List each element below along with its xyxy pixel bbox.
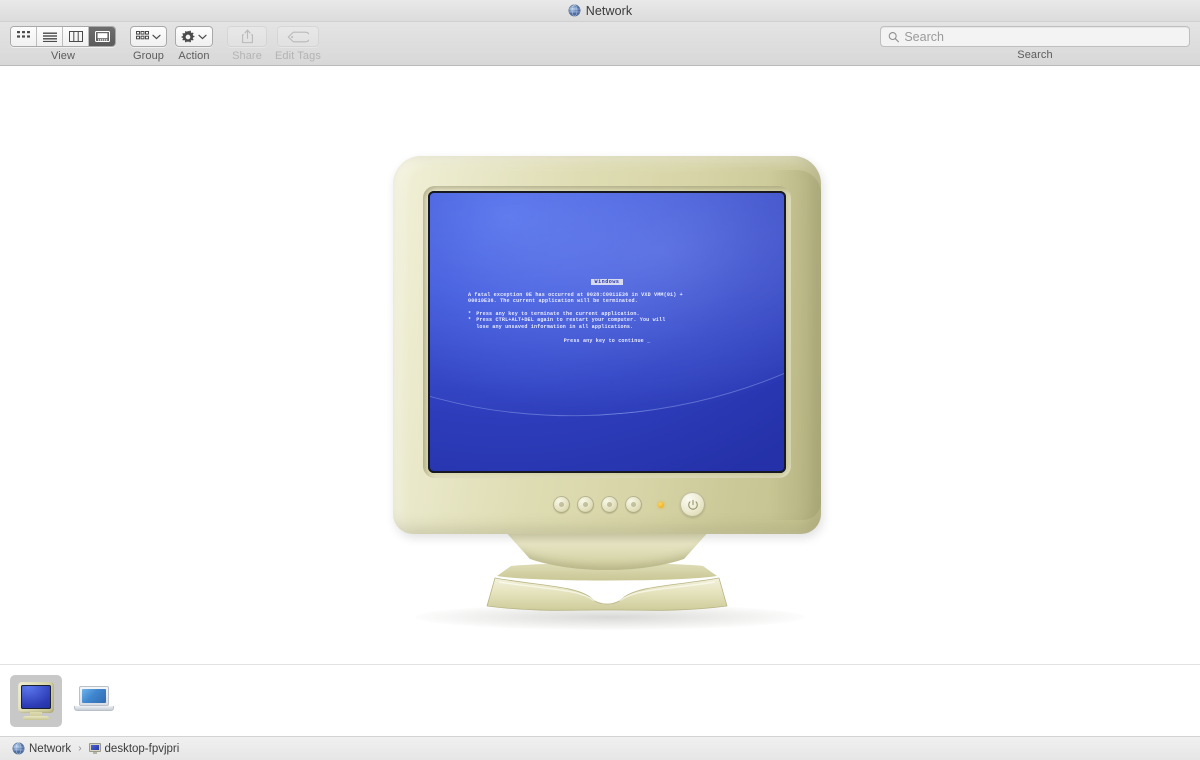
columns-icon [68,31,83,42]
crt-monitor-body: Windows A fatal exception 0E has occurre… [393,156,821,534]
breadcrumb-network[interactable]: Network [12,742,71,755]
bsod-message: A fatal exception 0E has occurred at 002… [468,292,746,305]
page-title: Network [585,3,633,18]
edit-tags-button[interactable] [276,26,319,47]
power-icon [687,499,698,510]
grid-icon [17,31,30,38]
shelf-item-laptop[interactable] [68,675,120,727]
share-upload-icon [241,29,253,44]
title-bar: Network [0,0,1200,22]
crt-monitor-preview: Windows A fatal exception 0E has occurre… [385,156,825,630]
bsod-os-label-text: Windows [590,279,624,285]
action-button[interactable] [175,26,213,47]
bsod-os-label: Windows [468,279,746,286]
toolbar-group-search: Search [880,22,1190,61]
laptop-icon [74,685,114,716]
share-caption: Share [232,50,262,62]
globe-network-icon [12,742,25,755]
crt-knob-3[interactable] [601,496,618,513]
search-input[interactable] [904,29,1182,44]
bsod-text-block: Windows A fatal exception 0E has occurre… [430,279,784,344]
toolbar-group-action: Action [175,22,213,62]
breadcrumb-network-label: Network [29,742,72,755]
toolbar-group-share: Share [227,22,267,62]
icon-view-button[interactable] [11,27,37,46]
bsod-instructions: * Press any key to terminate the current… [468,311,746,331]
toolbar: View Group Action Share Edit Tags Search… [0,22,1200,66]
window-title-group: Network [568,4,633,18]
crt-knob-2[interactable] [577,496,594,513]
bsod-bullet-2-continued: * lose any unsaved information in all ap… [468,324,746,331]
bsod-bullet-char: * [468,310,472,317]
crt-control-panel [553,492,705,517]
breadcrumb-separator: › [78,743,82,754]
crt-knob-4[interactable] [625,496,642,513]
group-caption: Group [132,50,165,62]
gallery-icon [94,31,110,42]
crt-monitor-icon [88,743,101,754]
gallery-thumbnail-strip [0,664,1200,736]
breadcrumb-desktop-label: desktop-fpvjpri [104,742,180,755]
gallery-preview-area: Windows A fatal exception 0E has occurre… [0,66,1200,664]
share-button[interactable] [227,26,267,47]
tag-icon [287,31,309,42]
bsod-bullet-char: * [468,317,472,324]
action-caption: Action [178,50,210,62]
gear-icon [181,29,195,43]
crt-knob-1[interactable] [553,496,570,513]
view-caption: View [50,50,76,62]
breadcrumb-desktop[interactable]: desktop-fpvjpri [88,742,180,755]
crt-monitor-icon [16,681,56,721]
bsod-message-line-2: 00010E36. The current application will b… [468,298,638,305]
toolbar-group-view: View [10,22,116,62]
bsod-bullet-2-cont-text: lose any unsaved information in all appl… [476,323,634,330]
globe-network-icon [568,4,581,17]
bsod-message-line-1: A fatal exception 0E has occurred at 002… [468,291,683,298]
power-led [658,501,664,508]
bsod-bullet-2: * Press CTRL+ALT+DEL again to restart yo… [468,317,746,324]
list-icon [42,32,57,42]
path-bar: Network › desktop-fpvjpri [0,736,1200,760]
search-field[interactable] [880,26,1190,47]
view-mode-segmented-control[interactable] [10,26,116,47]
group-button[interactable] [130,26,167,47]
list-view-button[interactable] [37,27,63,46]
column-view-button[interactable] [63,27,89,46]
finder-window: Network View Group Action Share Edit Tag… [0,0,1200,760]
bsod-screen: Windows A fatal exception 0E has occurre… [430,193,784,471]
chevron-down-icon [198,34,207,39]
search-caption: Search [1017,49,1053,61]
toolbar-groups: View Group Action Share Edit Tags [10,22,321,62]
bsod-bullet-2-text: Press CTRL+ALT+DEL again to restart your… [476,317,666,324]
shelf-item-crt-monitor[interactable] [10,674,62,727]
toolbar-group-edit-tags: Edit Tags [275,22,321,62]
bsod-bullet-1-text: Press any key to terminate the current a… [476,310,640,317]
bsod-continue-line: Press any key to continue _ [563,337,651,344]
grid-icon [136,31,149,40]
search-icon [888,31,900,42]
gallery-view-button[interactable] [89,27,115,46]
bsod-bullet-1: * Press any key to terminate the current… [468,311,746,318]
crt-screen: Windows A fatal exception 0E has occurre… [428,191,786,473]
crt-bezel: Windows A fatal exception 0E has occurre… [423,186,791,478]
power-button[interactable] [680,492,705,517]
toolbar-group-group: Group [130,22,167,62]
edit-tags-caption: Edit Tags [275,50,321,62]
chevron-down-icon [152,34,161,39]
